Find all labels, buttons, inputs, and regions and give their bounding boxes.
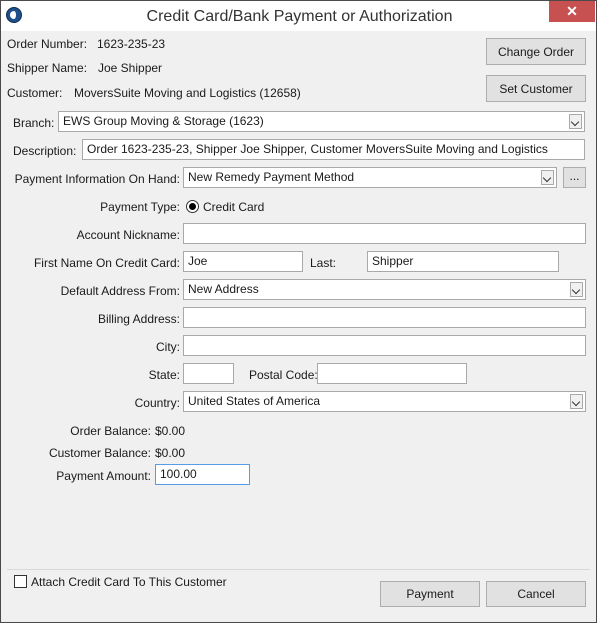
customer-label: Customer: bbox=[7, 86, 63, 100]
billing-address-field[interactable] bbox=[183, 307, 586, 328]
order-number-value: 1623-235-23 bbox=[97, 37, 166, 51]
payment-dialog: Credit Card/Bank Payment or Authorizatio… bbox=[0, 0, 597, 623]
change-order-button[interactable]: Change Order bbox=[486, 38, 586, 65]
branch-select[interactable]: EWS Group Moving & Storage (1623) bbox=[58, 111, 585, 132]
account-nickname-label: Account Nickname: bbox=[76, 228, 180, 242]
shipper-name-label: Shipper Name: bbox=[7, 61, 88, 75]
billing-address-label: Billing Address: bbox=[97, 312, 180, 326]
credit-card-radio-label[interactable]: Credit Card bbox=[203, 200, 264, 214]
state-label: State: bbox=[148, 368, 180, 382]
chevron-down-icon[interactable] bbox=[569, 114, 582, 129]
default-address-label: Default Address From: bbox=[60, 284, 180, 298]
payment-amount-label: Payment Amount: bbox=[56, 469, 151, 483]
payment-amount-field[interactable]: 100.00 bbox=[155, 464, 250, 485]
country-select[interactable]: United States of America bbox=[183, 391, 586, 412]
shipper-name-value: Joe Shipper bbox=[98, 61, 163, 75]
state-field[interactable] bbox=[183, 363, 234, 384]
last-name-field[interactable]: Shipper bbox=[367, 251, 559, 272]
default-address-selected-value: New Address bbox=[188, 282, 259, 296]
footer-divider bbox=[7, 569, 590, 570]
last-name-label: Last: bbox=[310, 256, 337, 270]
cancel-button[interactable]: Cancel bbox=[486, 581, 586, 607]
city-field[interactable] bbox=[183, 335, 586, 356]
browse-payment-button[interactable]: ... bbox=[563, 167, 586, 188]
description-label: Description: bbox=[13, 144, 77, 158]
payment-button[interactable]: Payment bbox=[380, 581, 480, 607]
country-label: Country: bbox=[134, 396, 180, 410]
order-number-label: Order Number: bbox=[7, 37, 88, 51]
attach-card-checkbox[interactable] bbox=[14, 575, 27, 588]
default-address-select[interactable]: New Address bbox=[183, 279, 586, 300]
chevron-down-icon[interactable] bbox=[570, 394, 583, 409]
payment-info-label: Payment Information On Hand: bbox=[14, 172, 180, 186]
postal-code-field[interactable] bbox=[317, 363, 467, 384]
window-title: Credit Card/Bank Payment or Authorizatio… bbox=[146, 8, 453, 25]
chevron-down-icon[interactable] bbox=[541, 170, 554, 185]
close-button[interactable]: ✕ bbox=[549, 1, 595, 22]
title-bar: Credit Card/Bank Payment or Authorizatio… bbox=[1, 1, 596, 31]
order-balance-value: $0.00 bbox=[155, 424, 186, 438]
chevron-down-icon[interactable] bbox=[570, 282, 583, 297]
dialog-body: Order Number: 1623-235-23 Shipper Name: … bbox=[7, 31, 590, 616]
first-name-field[interactable]: Joe bbox=[183, 251, 303, 272]
attach-card-label[interactable]: Attach Credit Card To This Customer bbox=[31, 575, 227, 589]
postal-code-label: Postal Code: bbox=[249, 368, 318, 382]
account-nickname-field[interactable] bbox=[183, 223, 586, 244]
payment-type-label: Payment Type: bbox=[100, 200, 180, 214]
customer-value: MoversSuite Moving and Logistics (12658) bbox=[74, 86, 301, 100]
credit-card-radio[interactable] bbox=[186, 200, 199, 213]
order-balance-label: Order Balance: bbox=[70, 424, 151, 438]
country-selected-value: United States of America bbox=[188, 394, 321, 408]
description-field[interactable]: Order 1623-235-23, Shipper Joe Shipper, … bbox=[82, 139, 585, 160]
branch-selected-value: EWS Group Moving & Storage (1623) bbox=[63, 114, 264, 128]
branch-label: Branch: bbox=[13, 116, 55, 130]
customer-balance-value: $0.00 bbox=[155, 446, 186, 460]
first-name-label: First Name On Credit Card: bbox=[33, 256, 180, 270]
payment-info-selected-value: New Remedy Payment Method bbox=[188, 170, 355, 184]
city-label: City: bbox=[156, 340, 180, 354]
customer-balance-label: Customer Balance: bbox=[48, 446, 151, 460]
payment-info-select[interactable]: New Remedy Payment Method bbox=[183, 167, 557, 188]
set-customer-button[interactable]: Set Customer bbox=[486, 75, 586, 102]
